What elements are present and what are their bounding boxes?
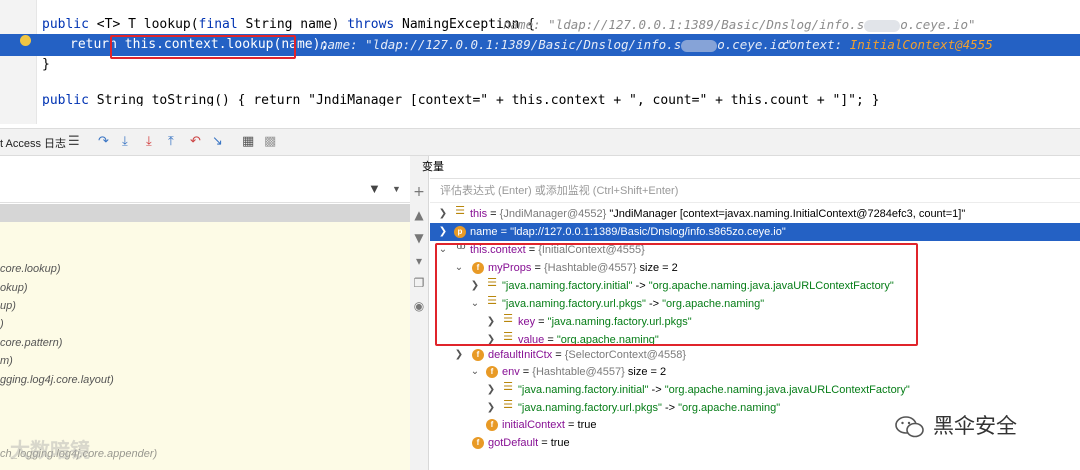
frame-item[interactable]: okup) [0,282,28,294]
frames-panel: ▼ ▼ core.lookup) okup) up) ) core.patter… [0,156,411,470]
field-icon: f [472,437,484,449]
breakpoint-icon[interactable] [20,35,31,46]
frames-list: core.lookup) okup) up) ) core.pattern) m… [0,222,410,470]
chevron-right-icon[interactable]: ❯ [438,223,448,241]
variable-row-this[interactable]: ❯ ☰ this = {JndiManager@4552} "JndiManag… [430,205,1080,223]
table-view-icon[interactable]: ▩ [264,133,276,149]
frame-item[interactable]: ) [0,318,4,330]
annotation-box-context [435,243,918,346]
scroll-down-icon[interactable]: ▼ [413,231,425,245]
field-icon: f [486,366,498,378]
field-icon: f [472,349,484,361]
copy-icon[interactable]: ❐ [413,276,425,290]
chevron-right-icon[interactable]: ❯ [438,205,448,223]
entry-icon: ☰ [503,381,513,393]
variables-header: 变量 [422,156,1080,179]
filter-icon[interactable]: ▼ [368,181,381,196]
arrow-down-icon[interactable]: ▾ [413,254,425,268]
variable-row-defaultinitctx[interactable]: ❯ f defaultInitCtx = {SelectorContext@45… [430,346,1080,364]
variable-row-name[interactable]: ❯ p name = "ldap://127.0.0.1:1389/Basic/… [430,223,1080,241]
force-step-into-icon[interactable]: ⤓ [146,133,152,149]
code-text: String name) [237,17,348,32]
inline-context-hint: context: InitialContext@4555 [782,37,993,52]
chevron-down-icon[interactable]: ⌄ [470,363,480,381]
frame-item[interactable]: m) [0,355,13,367]
watermark-faint: 大数暗镜 [10,438,90,462]
frames-header: ▼ ▼ [0,178,410,203]
field-list-icon: ☰ [455,205,465,217]
chevron-right-icon[interactable]: ❯ [454,346,464,364]
code-line-tostring: public String toString() { return "JndiM… [42,93,880,106]
evaluate-expression-input[interactable]: 评估表达式 (Enter) 或添加监视 (Ctrl+Shift+Enter) [430,180,1080,203]
chevron-right-icon[interactable]: ❯ [486,381,496,399]
frame-item[interactable]: core.lookup) [0,263,61,275]
watermark-brand: 黑伞安全 [895,410,1017,440]
code-editor[interactable]: public <T> T lookup(final String name) t… [0,0,1080,124]
code-line-close-brace: } [42,57,50,72]
eye-icon[interactable]: ◉ [413,299,425,313]
run-to-cursor-icon[interactable]: ↘ [212,133,223,149]
drop-frame-icon[interactable]: ↶ [190,133,201,149]
keyword-final: final [198,17,238,32]
menu-lines-icon[interactable]: ☰ [68,133,80,149]
inline-value-hint: name: "ldap://127.0.0.1:1389/Basic/Dnslo… [320,37,793,52]
blur-redaction [681,39,718,52]
chevron-down-icon[interactable]: ▼ [392,184,401,194]
scroll-up-icon[interactable]: ▲ [413,208,425,222]
step-over-icon[interactable]: ↷ [98,133,109,149]
debug-toolbar: t Access 日志 ☰ ↷ ⤓ ⤓ ⤒ ↶ ↘ ▦ ▩ [0,128,1080,156]
frame-item[interactable]: core.pattern) [0,337,62,349]
wechat-icon [895,415,925,439]
blur-redaction [864,19,901,32]
frame-item[interactable]: gging.log4j.core.layout) [0,374,114,386]
eval-placeholder: 评估表达式 (Enter) 或添加监视 (Ctrl+Shift+Enter) [440,185,679,197]
entry-icon: ☰ [503,399,513,411]
parameter-icon: p [454,226,466,238]
variable-row-env[interactable]: ⌄ f env = {Hashtable@4557} size = 2 [430,363,1080,381]
keyword-throws: throws [347,17,395,32]
add-watch-icon[interactable]: + [413,184,425,200]
step-out-icon[interactable]: ⤒ [168,133,174,149]
side-toolbar: + ▲ ▼ ▾ ❐ ◉ [410,156,429,470]
variables-title: 变量 [422,161,444,173]
field-icon: f [486,419,498,431]
selected-frame[interactable] [0,204,410,222]
evaluate-expression-icon[interactable]: ▦ [242,133,254,149]
chevron-right-icon[interactable]: ❯ [486,399,496,417]
frame-item[interactable]: up) [0,300,16,312]
step-into-icon[interactable]: ⤓ [122,133,128,149]
access-log-tab[interactable]: t Access 日志 [0,135,66,151]
code-line-lookup-signature: public <T> T lookup(final String name) t… [0,14,1080,36]
code-text: <T> T lookup( [96,17,199,32]
keyword-public: public [42,17,89,32]
variable-row-map-entry[interactable]: ❯ ☰ "java.naming.factory.initial" -> "or… [430,381,1080,399]
inline-value-hint: name: "ldap://127.0.0.1:1389/Basic/Dnslo… [503,17,976,32]
